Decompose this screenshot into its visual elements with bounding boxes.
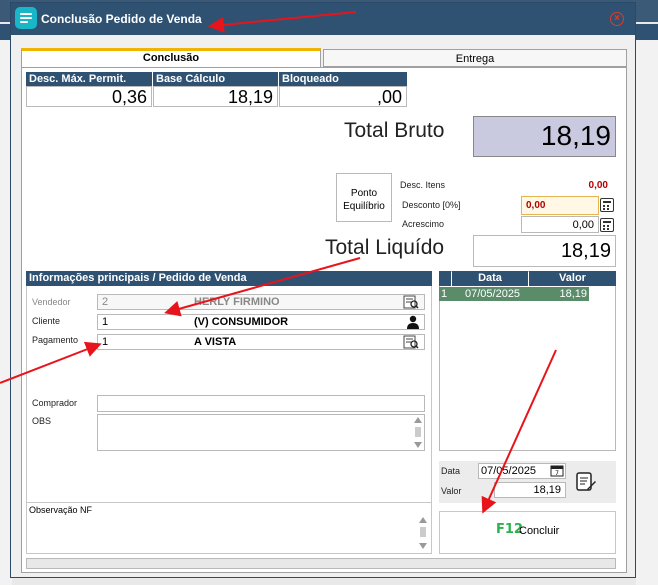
- obs-textarea[interactable]: [97, 414, 425, 451]
- payment-valor-input[interactable]: 18,19: [494, 482, 566, 498]
- cliente-field[interactable]: 1 (V) CONSUMIDOR: [97, 314, 425, 330]
- nf-scrollbar-thumb[interactable]: [420, 527, 426, 537]
- nf-scroll-up-icon[interactable]: [419, 517, 427, 523]
- header-base-calculo: Base Cálculo: [153, 72, 278, 86]
- bloqueado-value: ,00: [279, 86, 407, 107]
- installment-num: 1: [441, 288, 448, 300]
- nf-scroll-down-icon[interactable]: [419, 543, 427, 549]
- dialog-title: Conclusão Pedido de Venda: [41, 12, 202, 26]
- concluir-button[interactable]: F12 Concluir: [439, 511, 616, 554]
- payment-data-label: Data: [441, 466, 461, 476]
- total-liquido-value: 18,19: [473, 235, 616, 267]
- obs-scroll-down-icon[interactable]: [414, 442, 422, 448]
- pagamento-lookup-icon[interactable]: [403, 335, 419, 349]
- pagamento-field[interactable]: 1 A VISTA: [97, 334, 425, 350]
- concluir-label: Concluir: [519, 525, 560, 537]
- installments-header-data: Data: [452, 271, 528, 286]
- cliente-name: (V) CONSUMIDOR: [194, 316, 289, 328]
- tab-conclusao[interactable]: Conclusão: [21, 48, 321, 67]
- vendedor-name: HERLY FIRMINO: [194, 296, 280, 308]
- base-calculo-value: 18,19: [153, 86, 278, 107]
- svg-text:7: 7: [555, 470, 559, 477]
- background-right-strip: [636, 40, 658, 585]
- desconto-label: Desconto [0%]: [402, 200, 461, 210]
- desc-max-value: 0,36: [26, 86, 152, 107]
- pagamento-label: Pagamento: [32, 335, 79, 345]
- header-desc-max: Desc. Máx. Permit.: [26, 72, 152, 86]
- status-bar: [26, 558, 616, 569]
- desc-itens-label: Desc. Itens: [400, 180, 446, 190]
- edit-note-icon[interactable]: [575, 471, 597, 493]
- app-logo-icon: [15, 7, 37, 29]
- cliente-code: 1: [102, 316, 109, 328]
- conclusao-dialog: Conclusão Pedido de Venda × Conclusão En…: [10, 2, 636, 578]
- obs-scroll-up-icon[interactable]: [414, 417, 422, 423]
- obs-label: OBS: [32, 416, 52, 426]
- desc-itens-value: 0,00: [588, 180, 608, 191]
- pagamento-name: A VISTA: [194, 336, 237, 348]
- observacao-nf-textarea[interactable]: Observação NF: [26, 502, 432, 554]
- ponto-equilibrio-button[interactable]: Ponto Equilíbrio: [336, 173, 392, 222]
- tab-entrega[interactable]: Entrega: [323, 49, 627, 67]
- user-icon[interactable]: [405, 315, 421, 329]
- installment-data: 07/05/2025: [465, 288, 521, 300]
- calendar-icon[interactable]: 7: [550, 464, 564, 477]
- pagamento-code: 1: [102, 336, 109, 348]
- total-bruto-label: Total Bruto: [344, 119, 445, 142]
- info-header: Informações principais / Pedido de Venda: [26, 271, 432, 286]
- comprador-input[interactable]: [97, 395, 425, 412]
- acrescimo-label: Acrescimo: [402, 219, 445, 229]
- vendedor-field[interactable]: 2 HERLY FIRMINO: [97, 294, 425, 310]
- installment-valor: 18,19: [559, 288, 587, 300]
- installments-header-num: [439, 271, 451, 286]
- table-row[interactable]: 1 07/05/2025 18,19: [439, 287, 589, 301]
- dialog-titlebar: Conclusão Pedido de Venda ×: [11, 3, 635, 35]
- desconto-input[interactable]: 0,00: [521, 196, 599, 215]
- ponto-equilibrio-label: Ponto Equilíbrio: [343, 188, 385, 212]
- vendedor-lookup-icon[interactable]: [403, 295, 419, 309]
- total-liquido-label: Total Liquído: [325, 236, 445, 259]
- close-icon[interactable]: ×: [610, 12, 624, 26]
- cliente-label: Cliente: [32, 316, 61, 326]
- vendedor-code: 2: [102, 296, 109, 308]
- obs-scrollbar-thumb[interactable]: [415, 427, 421, 437]
- acrescimo-calculator-icon[interactable]: [600, 218, 614, 232]
- payment-valor-label: Valor: [441, 486, 462, 496]
- comprador-label: Comprador: [32, 398, 78, 408]
- acrescimo-input[interactable]: 0,00: [521, 216, 599, 233]
- installments-header-valor: Valor: [529, 271, 616, 286]
- header-bloqueado: Bloqueado: [279, 72, 407, 86]
- observacao-nf-label: Observação NF: [29, 505, 93, 515]
- total-bruto-value: 18,19: [473, 116, 616, 157]
- desconto-calculator-icon[interactable]: [600, 198, 614, 212]
- vendedor-label: Vendedor: [32, 297, 71, 307]
- conclusao-panel: Desc. Máx. Permit. Base Cálculo Bloquead…: [21, 67, 627, 573]
